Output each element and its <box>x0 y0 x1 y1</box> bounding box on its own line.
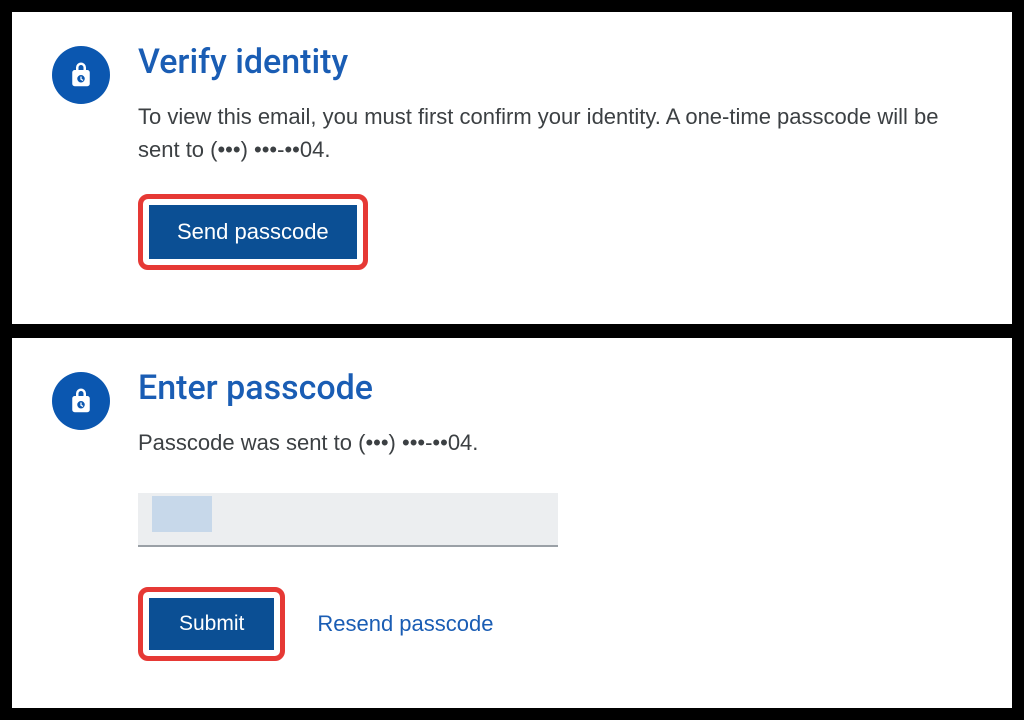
lock-clock-icon <box>52 372 110 430</box>
enter-passcode-title: Enter passcode <box>138 368 972 408</box>
verify-identity-card: Verify identity To view this email, you … <box>12 12 1012 324</box>
lock-clock-icon <box>52 46 110 104</box>
annotation-box: Send passcode <box>138 194 368 270</box>
submit-button[interactable]: Submit <box>149 598 274 650</box>
resend-passcode-link[interactable]: Resend passcode <box>317 611 493 637</box>
enter-passcode-card: Enter passcode Passcode was sent to (•••… <box>12 338 1012 708</box>
send-passcode-button[interactable]: Send passcode <box>149 205 357 259</box>
verify-title: Verify identity <box>138 42 972 82</box>
verify-description: To view this email, you must first confi… <box>138 100 972 166</box>
enter-passcode-description: Passcode was sent to (•••) •••-••04. <box>138 426 972 459</box>
passcode-input[interactable] <box>138 493 558 547</box>
annotation-box: Submit <box>138 587 285 661</box>
